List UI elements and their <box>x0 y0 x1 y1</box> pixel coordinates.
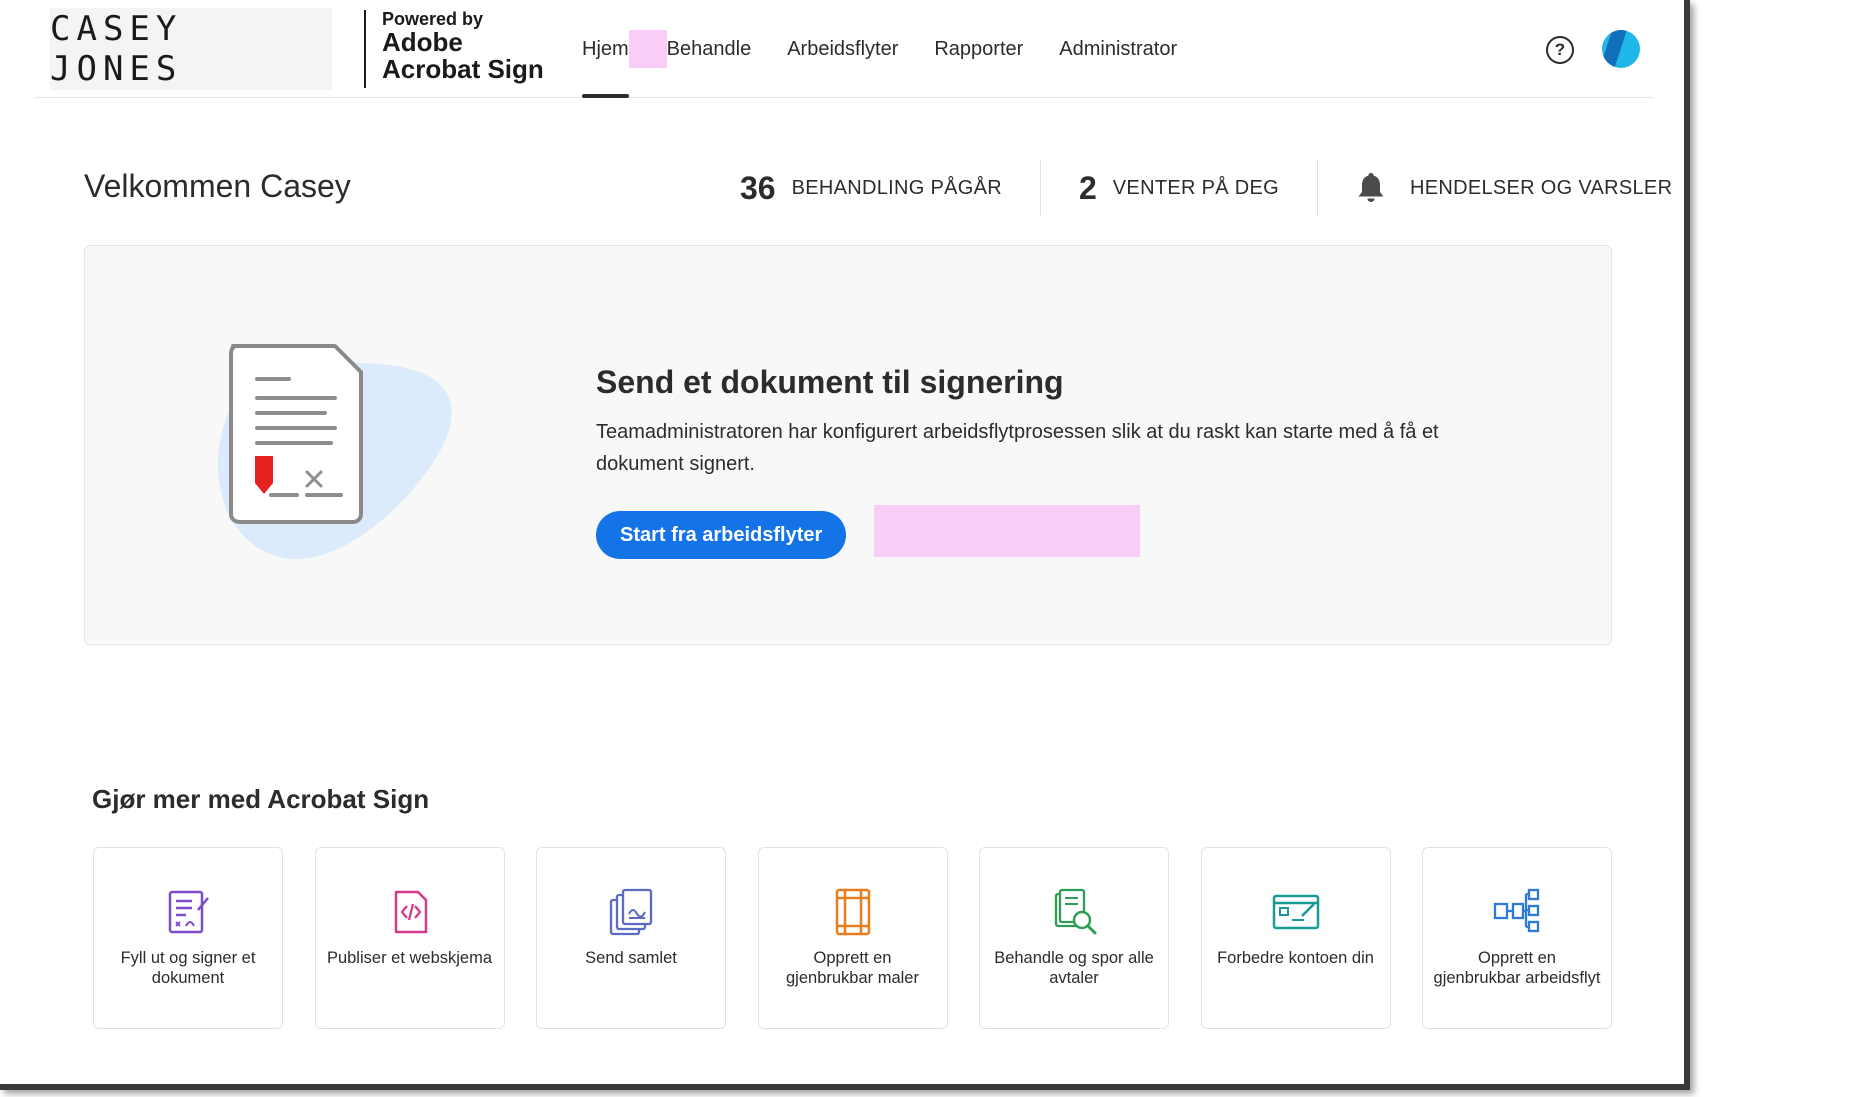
stat-waiting-count: 2 <box>1079 169 1097 206</box>
user-avatar[interactable] <box>1602 30 1640 68</box>
tile-brand-account[interactable]: Forbedre kontoen din <box>1200 847 1391 1029</box>
tile-workflow[interactable]: Opprett en gjenbrukbar arbeidsflyt <box>1422 847 1612 1029</box>
help-icon[interactable]: ? <box>1546 36 1574 64</box>
tile-web-form[interactable]: Publiser et webskjema <box>314 847 505 1029</box>
brand-account-icon <box>1272 894 1319 930</box>
template-icon <box>835 888 870 936</box>
workflow-icon <box>1493 888 1540 933</box>
powered-by-block: Powered by Adobe Acrobat Sign <box>382 10 544 83</box>
stat-in-progress-label: BEHANDLING PÅGÅR <box>791 176 1002 199</box>
tile-template-label: Opprett en gjenbrukbar maler <box>786 949 919 987</box>
stat-events-label: HENDELSER OG VARSLER <box>1409 176 1673 199</box>
tile-fill-sign[interactable]: Fyll ut og signer et dokument <box>93 847 283 1029</box>
nav-item-admin[interactable]: Administrator <box>1059 0 1177 98</box>
redacted-region <box>874 505 1140 557</box>
stat-events-alerts[interactable]: HENDELSER OG VARSLER <box>1318 160 1710 216</box>
hero-description: Teamadministratoren har konfigurert arbe… <box>596 421 1439 475</box>
company-logo-text: CASEY JONES <box>50 9 183 89</box>
start-from-workflows-button[interactable]: Start fra arbeidsflyter <box>596 511 847 559</box>
send-bulk-icon <box>609 888 653 936</box>
fill-sign-icon <box>168 890 209 934</box>
redacted-region <box>628 30 667 68</box>
tile-workflow-label: Opprett en gjenbrukbar arbeidsflyt <box>1433 949 1601 987</box>
product-name-line1: Adobe <box>382 26 463 57</box>
stat-waiting-for-you[interactable]: 2 VENTER PÅ DEG <box>1041 160 1318 216</box>
top-header: CASEY JONES Powered by Adobe Acrobat Sig… <box>34 0 1654 98</box>
logo-divider <box>364 10 366 88</box>
nav-item-home[interactable]: Hjem <box>582 0 629 98</box>
tile-track-agreements[interactable]: Behandle og spor alle avtaler <box>979 847 1169 1029</box>
tile-web-form-label: Publiser et webskjema <box>326 949 493 967</box>
main-nav: Hjem Behandle Arbeidsflyter Rapporter Ad… <box>582 0 1213 98</box>
track-agreements-icon <box>1054 888 1097 935</box>
product-name-line2: Acrobat Sign <box>382 54 544 85</box>
tile-send-bulk-label: Send samlet <box>585 949 677 967</box>
stat-in-progress-count: 36 <box>740 169 776 206</box>
document-signing-illustration <box>217 344 452 560</box>
nav-item-reports[interactable]: Rapporter <box>934 0 1023 98</box>
company-logo[interactable]: CASEY JONES <box>50 8 332 90</box>
stats-bar: 36 BEHANDLING PÅGÅR 2 VENTER PÅ DEG HEND… <box>740 160 1710 216</box>
tile-template[interactable]: Opprett en gjenbrukbar maler <box>757 847 948 1029</box>
nav-item-manage[interactable]: Behandle <box>667 0 752 98</box>
tile-track-agreements-label: Behandle og spor alle avtaler <box>994 949 1154 987</box>
tile-send-bulk[interactable]: Send samlet <box>536 847 726 1029</box>
more-section-title: Gjør mer med Acrobat Sign <box>92 784 430 814</box>
tile-fill-sign-label: Fyll ut og signer et dokument <box>120 949 256 987</box>
page-title: Velkommen Casey <box>84 168 351 204</box>
nav-item-workflows[interactable]: Arbeidsflyter <box>787 0 898 98</box>
send-document-card: Send et dokument til signering Teamadmin… <box>84 245 1612 645</box>
web-form-icon <box>394 890 427 934</box>
bell-icon <box>1358 173 1384 202</box>
hero-title: Send et dokument til signering <box>596 364 1064 400</box>
stat-waiting-label: VENTER PÅ DEG <box>1112 176 1279 199</box>
stat-in-progress[interactable]: 36 BEHANDLING PÅGÅR <box>740 160 1041 216</box>
feature-tiles: Fyll ut og signer et dokument Publiser e… <box>93 847 1612 1029</box>
tile-brand-account-label: Forbedre kontoen din <box>1217 949 1374 967</box>
